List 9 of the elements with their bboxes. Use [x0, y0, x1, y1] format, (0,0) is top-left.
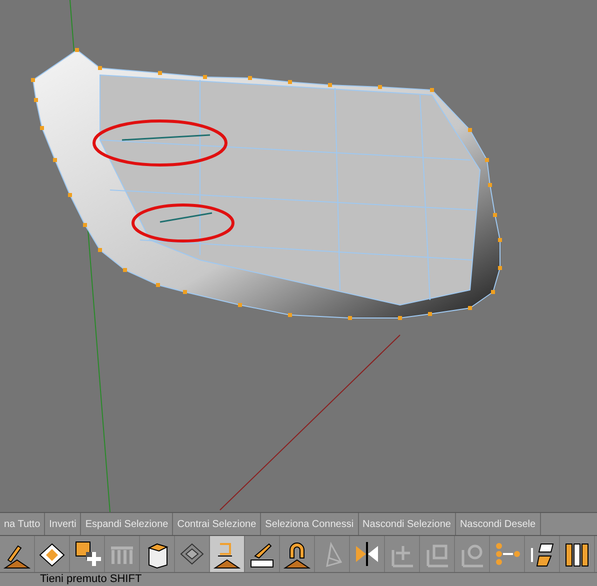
command-button[interactable]: Inverti: [45, 513, 82, 535]
status-text: Tieni premuto SHIFT: [40, 573, 142, 586]
command-button[interactable]: Espandi Selezione: [81, 513, 174, 535]
command-button[interactable]: Nascondi Selezione: [358, 513, 456, 535]
command-button[interactable]: Seleziona Connessi: [261, 513, 359, 535]
command-button[interactable]: na Tutto: [0, 513, 46, 535]
command-button[interactable]: Nascondi Desele: [456, 513, 541, 535]
tool-button[interactable]: [210, 536, 245, 572]
command-button[interactable]: Contrai Selezione: [173, 513, 262, 535]
